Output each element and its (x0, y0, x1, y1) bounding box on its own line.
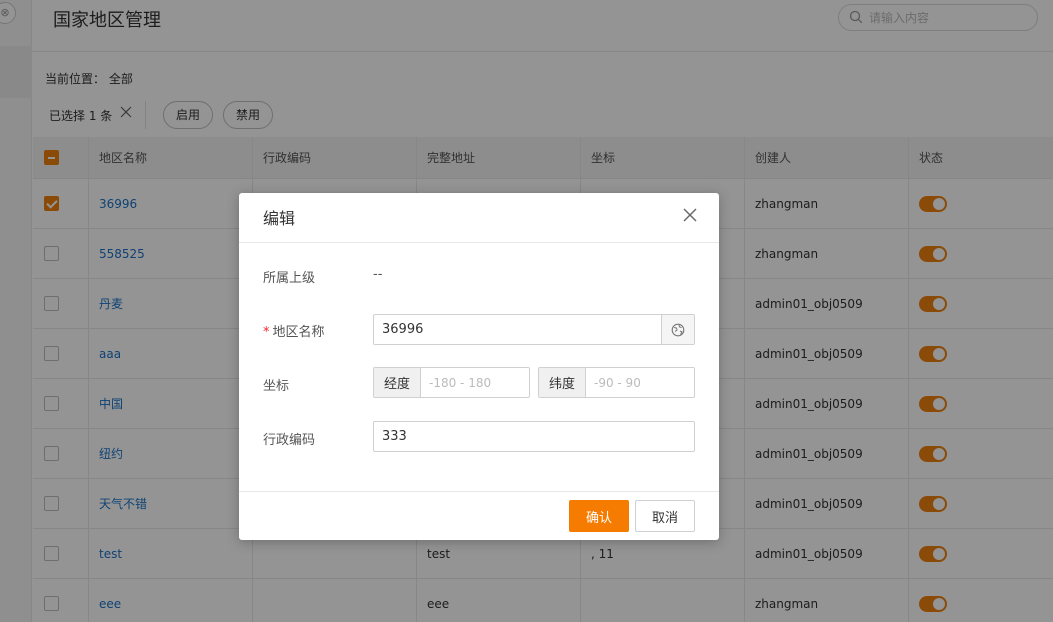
name-field[interactable] (373, 314, 695, 345)
required-mark: * (263, 325, 270, 340)
parent-label: 所属上级 (263, 271, 316, 286)
name-label-text: 地区名称 (272, 325, 325, 340)
dialog-footer: 确认 取消 (239, 491, 719, 540)
name-input[interactable] (374, 315, 662, 344)
name-label: * 地区名称 (263, 321, 325, 340)
globe-icon (671, 323, 685, 336)
dialog-header: 编辑 (239, 193, 719, 243)
code-label: 行政编码 (263, 433, 316, 448)
parent-value: -- (373, 267, 383, 282)
code-field[interactable] (373, 421, 695, 452)
latitude-addon: 纬度 (539, 368, 586, 397)
longitude-field[interactable]: 经度 (373, 367, 530, 398)
dialog-title: 编辑 (263, 209, 296, 228)
code-input[interactable] (374, 422, 694, 451)
longitude-input[interactable] (421, 368, 529, 397)
latitude-input[interactable] (586, 368, 694, 397)
coord-label: 坐标 (263, 379, 290, 394)
confirm-button[interactable]: 确认 (569, 500, 629, 532)
close-icon[interactable] (682, 207, 698, 223)
longitude-addon: 经度 (374, 368, 421, 397)
latitude-field[interactable]: 纬度 (538, 367, 695, 398)
edit-dialog: 编辑 所属上级 -- *地区名称 坐标 经度 纬度 行政编码 确认 取消 (239, 193, 719, 540)
cancel-button[interactable]: 取消 (635, 500, 695, 532)
globe-button[interactable] (661, 315, 694, 344)
